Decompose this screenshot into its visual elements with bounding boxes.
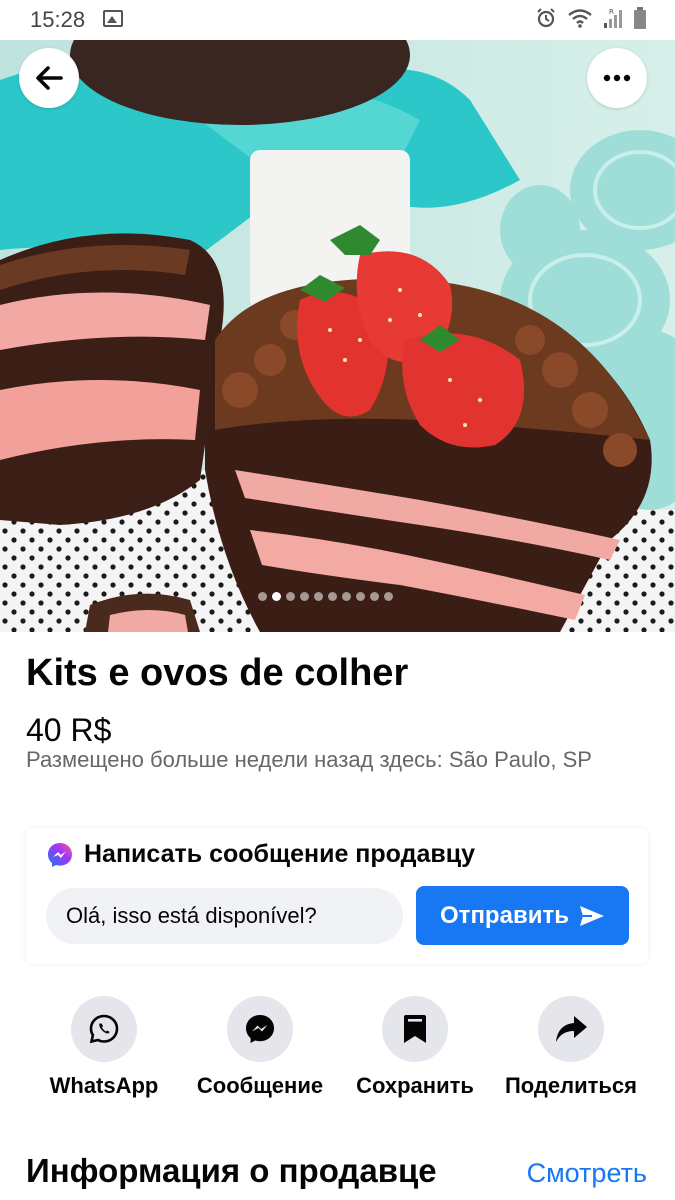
signal-icon: R <box>604 8 622 28</box>
send-button-label: Отправить <box>440 901 569 929</box>
photo-pager <box>258 592 393 601</box>
status-icons: R <box>535 7 647 29</box>
share-action[interactable]: Поделиться <box>486 996 656 1099</box>
message-seller-card: Написать сообщение продавцу Отправить <box>26 828 648 964</box>
listing-title: Kits e ovos de colher <box>26 652 409 694</box>
bookmark-icon <box>404 1015 426 1043</box>
message-button[interactable] <box>227 996 293 1062</box>
seller-view-link[interactable]: Смотреть <box>527 1158 647 1189</box>
svg-text:R: R <box>609 8 614 16</box>
back-button[interactable] <box>19 48 79 108</box>
product-photo[interactable] <box>0 40 675 632</box>
pager-dot <box>314 592 323 601</box>
save-label: Сохранить <box>356 1073 474 1098</box>
listing-meta: Размещено больше недели назад здесь: São… <box>26 747 592 772</box>
listing-price: 40 R$ <box>26 712 112 748</box>
battery-icon <box>634 7 646 29</box>
seller-info-heading: Информация о продавце <box>26 1152 437 1189</box>
whatsapp-button[interactable] <box>71 996 137 1062</box>
messenger-icon <box>246 1015 274 1043</box>
send-icon <box>579 905 604 926</box>
save-button[interactable] <box>382 996 448 1062</box>
status-time: 15:28 <box>30 7 86 32</box>
wifi-icon <box>568 9 592 28</box>
whatsapp-label: WhatsApp <box>49 1073 159 1098</box>
share-label: Поделиться <box>504 1073 638 1098</box>
image-icon <box>103 10 123 27</box>
pager-dot <box>370 592 379 601</box>
pager-dot <box>300 592 309 601</box>
pager-dot <box>258 592 267 601</box>
message-action[interactable]: Сообщение <box>175 996 345 1099</box>
alarm-icon <box>537 8 555 28</box>
pager-dot <box>356 592 365 601</box>
arrow-left-icon <box>36 66 63 90</box>
share-button[interactable] <box>538 996 604 1062</box>
whatsapp-action[interactable]: WhatsApp <box>19 996 189 1099</box>
status-bar: 15:28 R <box>0 0 675 40</box>
messenger-icon <box>48 842 72 867</box>
send-button[interactable]: Отправить <box>416 886 629 945</box>
pager-dot <box>328 592 337 601</box>
message-card-header: Написать сообщение продавцу <box>46 840 475 869</box>
save-action[interactable]: Сохранить <box>330 996 500 1099</box>
message-input[interactable] <box>46 888 403 944</box>
share-icon <box>556 1016 587 1042</box>
whatsapp-icon <box>89 1014 119 1044</box>
pager-dot <box>384 592 393 601</box>
pager-dot <box>342 592 351 601</box>
message-card-heading: Написать сообщение продавцу <box>84 840 476 868</box>
more-icon <box>603 74 631 82</box>
cake-illustration <box>0 40 675 632</box>
more-options-button[interactable] <box>587 48 647 108</box>
pager-dot <box>272 592 281 601</box>
pager-dot <box>286 592 295 601</box>
message-label: Сообщение <box>196 1073 324 1098</box>
